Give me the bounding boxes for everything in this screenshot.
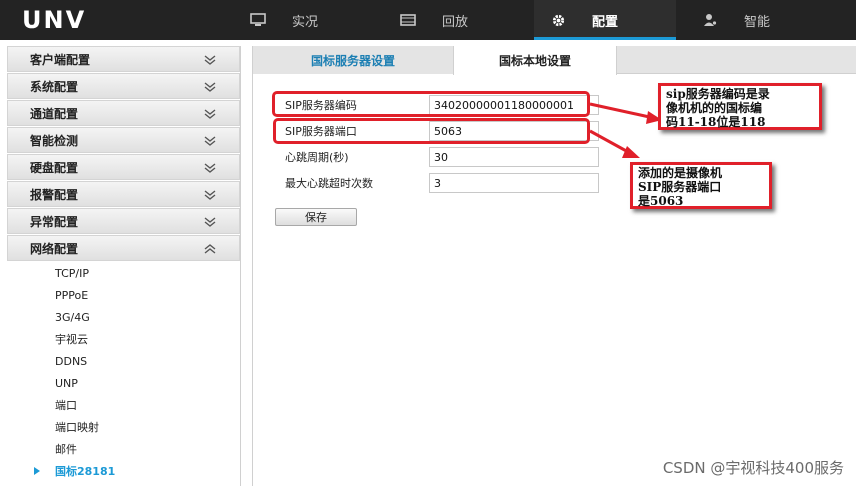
nav-config-label: 配置 <box>592 14 619 30</box>
sidebar-item-label: PPPoE <box>55 288 89 302</box>
callout-line: 添加的是摄像机 <box>638 166 723 180</box>
csdn-watermark: CSDN @宇视科技400服务 <box>662 459 844 477</box>
sidebar-section-label: 网络配置 <box>30 241 79 256</box>
sidebar-section-client[interactable]: 客户端配置 <box>7 46 240 72</box>
callout-sip-server-port: 添加的是摄像机 SIP服务器端口 是5063 <box>630 162 772 209</box>
sidebar-item-label: 端口映射 <box>55 421 99 434</box>
sidebar-item-ddns[interactable]: DDNS <box>7 350 240 372</box>
monitor-icon <box>250 13 266 27</box>
sidebar-item-port[interactable]: 端口 <box>7 394 240 416</box>
nav-live-label: 实况 <box>292 14 319 30</box>
top-navigation-bar: UNV 实况 回放 配置 智能 <box>0 0 856 40</box>
max-heartbeat-timeouts-label: 最大心跳超时次数 <box>285 177 373 190</box>
chevron-down-icon <box>203 161 217 175</box>
sidebar-item-label: DDNS <box>55 354 88 368</box>
sidebar-section-alarm[interactable]: 报警配置 <box>7 181 240 207</box>
sidebar-section-smart-detection[interactable]: 智能检测 <box>7 127 240 153</box>
callout-line: sip服务器编码是录 <box>666 87 770 101</box>
callout-line: SIP服务器端口 <box>638 180 722 194</box>
sidebar-item-tcpip[interactable]: TCP/IP <box>7 262 240 284</box>
chevron-up-icon <box>203 242 217 256</box>
sidebar-section-label: 通道配置 <box>30 106 79 121</box>
sidebar-item-label: TCP/IP <box>55 266 89 280</box>
sidebar-item-pppoe[interactable]: PPPoE <box>7 284 240 306</box>
sip-server-id-input[interactable] <box>429 95 599 115</box>
form-row-max-heartbeat-timeouts: 最大心跳超时次数 <box>277 172 599 194</box>
nav-intelligence-label: 智能 <box>744 14 771 30</box>
heartbeat-period-input[interactable] <box>429 147 599 167</box>
chevron-down-icon <box>203 215 217 229</box>
config-sidebar: 客户端配置 系统配置 通道配置 智能检测 硬盘配置 报警配置 异常配置 网络配置… <box>7 46 241 486</box>
sidebar-item-label: 邮件 <box>55 443 77 456</box>
sidebar-item-gb28181[interactable]: 国标28181 <box>7 460 240 482</box>
tab-bar: 国标服务器设置 国标本地设置 <box>253 46 856 75</box>
form-row-heartbeat-period: 心跳周期(秒) <box>277 146 599 168</box>
sidebar-item-label: UNP <box>55 376 78 390</box>
heartbeat-period-label: 心跳周期(秒) <box>285 151 349 164</box>
nav-intelligence[interactable]: 智能 <box>702 0 792 40</box>
callout-line: 码11-18位是118 <box>666 115 766 129</box>
chevron-down-icon <box>203 188 217 202</box>
sidebar-section-label: 系统配置 <box>30 79 79 94</box>
max-heartbeat-timeouts-input[interactable] <box>429 173 599 193</box>
sip-server-port-label: SIP服务器端口 <box>285 125 357 138</box>
sidebar-section-label: 硬盘配置 <box>30 160 79 175</box>
sidebar-section-exception[interactable]: 异常配置 <box>7 208 240 234</box>
callout-line: 是5063 <box>638 194 684 208</box>
sidebar-item-port-mapping[interactable]: 端口映射 <box>7 416 240 438</box>
sidebar-item-label: 3G/4G <box>55 310 90 324</box>
sidebar-section-label: 智能检测 <box>30 133 79 148</box>
sidebar-item-email[interactable]: 邮件 <box>7 438 240 460</box>
save-button[interactable]: 保存 <box>275 208 357 226</box>
sidebar-section-label: 报警配置 <box>30 187 79 202</box>
form-row-sip-server-port: SIP服务器端口 <box>277 120 599 142</box>
sidebar-item-label: 宇视云 <box>55 333 88 346</box>
sidebar-section-label: 客户端配置 <box>30 52 91 67</box>
tab-gb-local-settings[interactable]: 国标本地设置 <box>453 46 617 75</box>
gear-icon <box>550 13 566 27</box>
sidebar-section-label: 异常配置 <box>30 214 79 229</box>
sip-server-id-label: SIP服务器编码 <box>285 99 357 112</box>
callout-line: 像机机的的国标编 <box>666 101 763 115</box>
sidebar-item-3g4g[interactable]: 3G/4G <box>7 306 240 328</box>
person-icon <box>702 13 718 27</box>
nav-playback-label: 回放 <box>442 14 469 30</box>
sidebar-section-system[interactable]: 系统配置 <box>7 73 240 99</box>
nav-config[interactable]: 配置 <box>534 0 676 40</box>
sidebar-item-label: 端口 <box>55 399 77 412</box>
callout-sip-server-id: sip服务器编码是录 像机机的的国标编 码11-18位是118 <box>658 83 822 130</box>
sidebar-section-network[interactable]: 网络配置 <box>7 235 240 261</box>
active-arrow-icon <box>34 467 40 475</box>
tab-gb-server-settings[interactable]: 国标服务器设置 <box>253 46 453 74</box>
sidebar-section-disk[interactable]: 硬盘配置 <box>7 154 240 180</box>
unv-logo: UNV <box>22 6 87 34</box>
sidebar-section-channel[interactable]: 通道配置 <box>7 100 240 126</box>
nav-live[interactable]: 实况 <box>250 0 340 40</box>
sidebar-item-uniview-cloud[interactable]: 宇视云 <box>7 328 240 350</box>
sidebar-item-label: 国标28181 <box>55 465 116 478</box>
sip-server-port-input[interactable] <box>429 121 599 141</box>
chevron-down-icon <box>203 53 217 67</box>
chevron-down-icon <box>203 80 217 94</box>
form-row-sip-server-id: SIP服务器编码 <box>277 94 599 116</box>
nav-playback[interactable]: 回放 <box>400 0 490 40</box>
sidebar-item-unp[interactable]: UNP <box>7 372 240 394</box>
film-icon <box>400 13 416 27</box>
chevron-down-icon <box>203 107 217 121</box>
chevron-down-icon <box>203 134 217 148</box>
